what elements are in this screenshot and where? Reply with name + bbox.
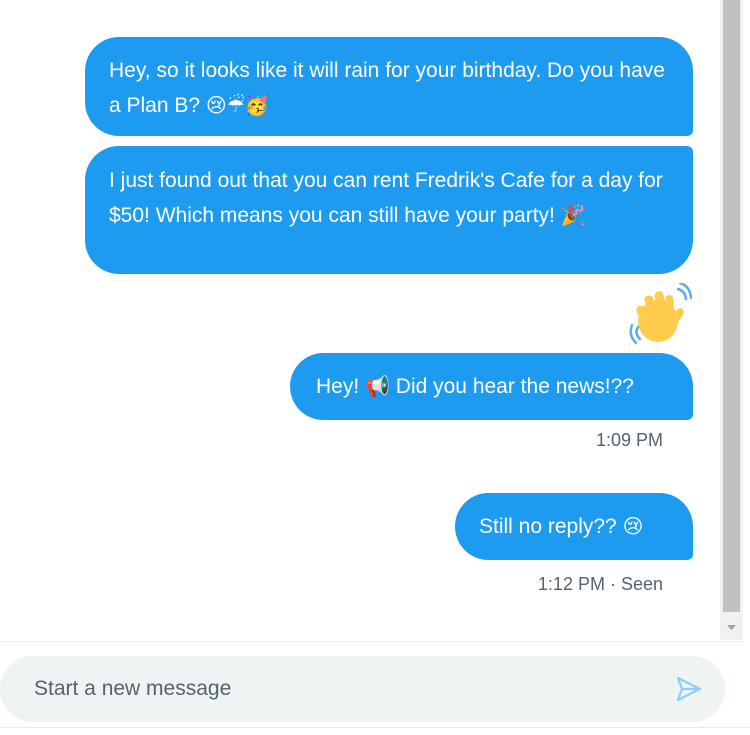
dm-conversation-window: Hey, so it looks like it will rain for y… <box>0 0 750 735</box>
scrollbar-thumb[interactable] <box>723 0 740 612</box>
emoji-group-icon: 😢☔🥳 <box>205 93 270 117</box>
message-bubble[interactable]: Still no reply?? 😢 <box>455 493 693 560</box>
message-timestamp: 1:09 PM <box>595 430 663 450</box>
party-popper-icon: 🎉 <box>560 203 586 227</box>
divider <box>0 641 745 642</box>
crying-face-icon: 😢 <box>622 514 644 538</box>
bottom-border <box>0 727 750 728</box>
scrollbar[interactable] <box>720 0 743 640</box>
message-text: Did you hear the news!?? <box>395 375 634 398</box>
message-text: Hey! <box>316 375 360 398</box>
new-message-input[interactable] <box>34 656 654 722</box>
message-bubble[interactable]: Hey, so it looks like it will rain for y… <box>85 37 693 136</box>
message-bubble[interactable]: Hey! 📢 Did you hear the news!?? <box>290 353 693 420</box>
message-composer <box>0 656 725 722</box>
message-timestamp-seen: 1:12 PM · Seen <box>537 574 663 594</box>
message-list: Hey, so it looks like it will rain for y… <box>0 0 720 640</box>
scroll-down-arrow-icon[interactable] <box>720 616 743 638</box>
waving-hand-icon[interactable] <box>628 283 692 347</box>
message-text: Still no reply?? <box>479 515 617 538</box>
megaphone-icon: 📢 <box>365 374 390 398</box>
message-text: Hey, so it looks like it will rain for y… <box>109 59 665 117</box>
send-icon[interactable] <box>675 676 703 702</box>
message-bubble[interactable]: I just found out that you can rent Fredr… <box>85 146 693 274</box>
